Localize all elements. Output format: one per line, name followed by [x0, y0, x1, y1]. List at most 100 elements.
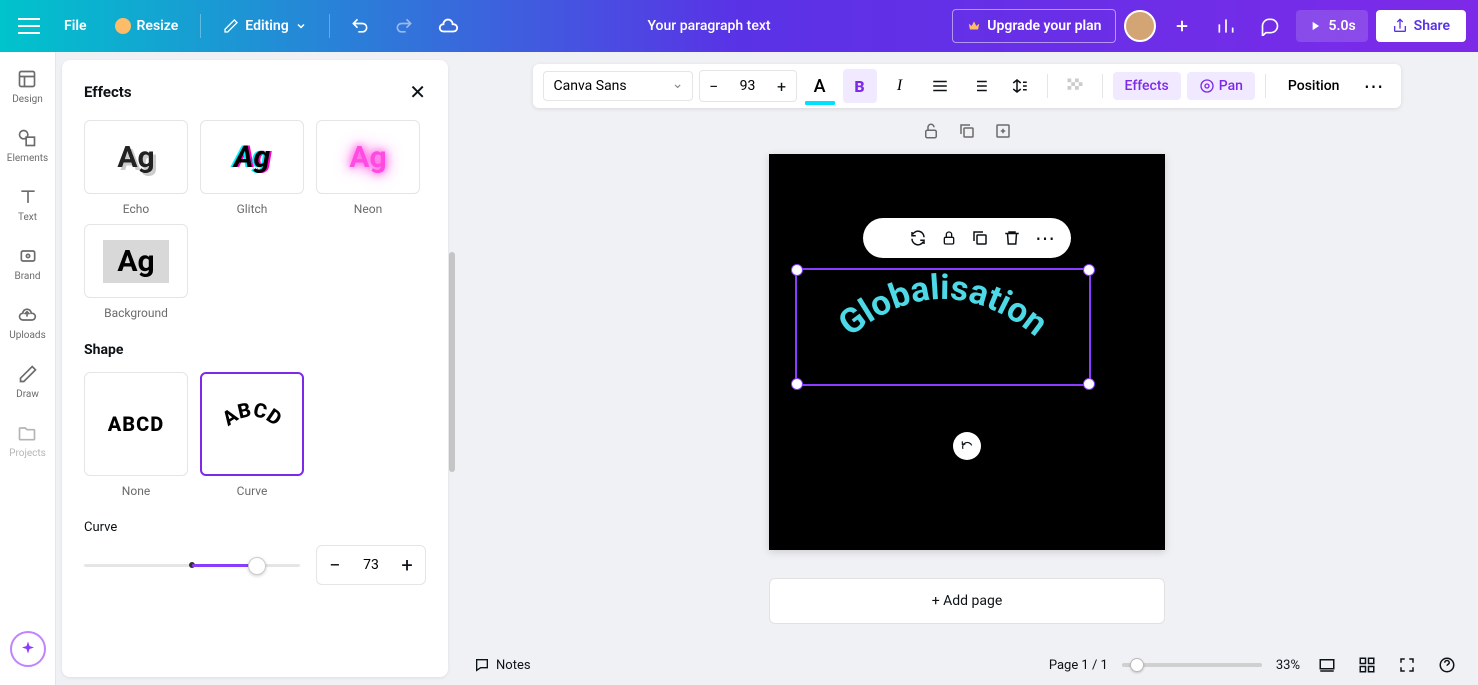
redo-button[interactable]	[386, 8, 422, 44]
lock-button[interactable]	[922, 122, 940, 140]
shapes-icon	[16, 127, 38, 149]
scrollbar-thumb[interactable]	[449, 252, 455, 472]
italic-button[interactable]: I	[883, 69, 917, 103]
hamburger-icon	[18, 25, 40, 27]
position-button[interactable]: Position	[1276, 72, 1352, 100]
file-menu[interactable]: File	[54, 10, 97, 42]
font-size-input[interactable]	[728, 78, 768, 94]
sparkle-icon	[19, 640, 37, 658]
duplicate-icon	[958, 122, 976, 140]
effect-echo[interactable]: Ag	[84, 120, 188, 194]
draw-icon	[17, 363, 39, 385]
alignment-button[interactable]	[923, 69, 957, 103]
rotate-handle[interactable]	[953, 432, 981, 460]
list-icon	[971, 77, 989, 95]
text-selection-box[interactable]: Globalisation	[795, 268, 1091, 386]
zoom-percent[interactable]: 33%	[1276, 658, 1300, 673]
element-more-button[interactable]: ⋯	[1035, 226, 1057, 250]
duplicate-page-button[interactable]	[958, 122, 976, 140]
cloud-sync-button[interactable]	[430, 8, 466, 44]
share-button[interactable]: Share	[1376, 10, 1466, 42]
more-button[interactable]: ⋯	[1357, 69, 1391, 103]
resize-handle-bl[interactable]	[791, 378, 803, 390]
undo-button[interactable]	[342, 8, 378, 44]
zoom-handle[interactable]	[1130, 658, 1144, 672]
shape-label: None	[84, 484, 188, 498]
sidebar-item-projects[interactable]: Projects	[9, 422, 46, 459]
add-member-button[interactable]	[1164, 8, 1200, 44]
editing-label: Editing	[245, 18, 288, 34]
transparency-button[interactable]	[1058, 69, 1092, 103]
magic-button[interactable]	[10, 631, 46, 667]
decrement-button[interactable]: −	[317, 546, 353, 584]
shape-none[interactable]: ABCD	[84, 372, 188, 476]
font-size-decrease[interactable]: −	[700, 71, 728, 101]
cloud-icon	[437, 15, 459, 37]
list-button[interactable]	[963, 69, 997, 103]
sidebar-item-uploads[interactable]: Uploads	[9, 304, 45, 341]
shape-sample: ABCD	[108, 412, 164, 436]
lock-icon	[941, 230, 957, 246]
comment-button[interactable]	[1252, 8, 1288, 44]
slider-handle[interactable]	[248, 557, 266, 575]
sidebar-label: Text	[18, 212, 37, 223]
sync-button[interactable]	[909, 229, 927, 247]
upgrade-label: Upgrade your plan	[987, 18, 1101, 34]
user-avatar[interactable]	[1124, 10, 1156, 42]
panel-scrollbar[interactable]	[448, 52, 456, 685]
grid-view-button[interactable]	[1354, 652, 1380, 678]
effect-sample: Ag	[349, 140, 386, 175]
upgrade-button[interactable]: Upgrade your plan	[952, 9, 1116, 43]
menu-button[interactable]	[12, 19, 46, 33]
page-controls	[456, 122, 1478, 140]
add-page-button[interactable]	[994, 122, 1012, 140]
add-page-bar[interactable]: + Add page	[769, 578, 1165, 624]
font-size-increase[interactable]: +	[768, 71, 796, 101]
effect-background[interactable]: Ag	[84, 224, 188, 298]
analytics-button[interactable]	[1208, 8, 1244, 44]
page-indicator: Page 1 / 1	[1049, 658, 1108, 673]
text-icon	[17, 186, 39, 208]
bottom-bar: Notes Page 1 / 1 33%	[456, 645, 1478, 685]
fullscreen-button[interactable]	[1394, 652, 1420, 678]
bold-button[interactable]: B	[843, 69, 877, 103]
canvas-text-content: Globalisation	[831, 268, 1055, 344]
close-panel-button[interactable]: ✕	[409, 80, 426, 104]
help-button[interactable]	[1434, 652, 1460, 678]
duplicate-element-button[interactable]	[971, 229, 989, 247]
canvas-page[interactable]: ⋯ Globalisation	[769, 154, 1165, 550]
curve-slider[interactable]	[84, 555, 300, 575]
lock-element-button[interactable]	[941, 230, 957, 246]
effect-glitch[interactable]: Ag	[200, 120, 304, 194]
present-timer-button[interactable]: 5.0s	[1296, 10, 1367, 42]
sidebar-item-elements[interactable]: Elements	[7, 127, 48, 164]
sidebar-label: Brand	[14, 271, 40, 282]
resize-handle-tl[interactable]	[791, 264, 803, 276]
editing-mode-dropdown[interactable]: Editing	[213, 10, 316, 42]
effects-button[interactable]: Effects	[1113, 72, 1181, 100]
document-title[interactable]: Your paragraph text	[474, 18, 945, 34]
zoom-slider[interactable]	[1122, 663, 1262, 667]
notes-button[interactable]: Notes	[474, 657, 531, 673]
spacing-button[interactable]	[1003, 69, 1037, 103]
effect-neon[interactable]: Ag	[316, 120, 420, 194]
text-color-button[interactable]: A	[803, 69, 837, 103]
resize-handle-br[interactable]	[1083, 378, 1095, 390]
sidebar-item-brand[interactable]: Brand	[14, 245, 40, 282]
pan-icon	[1199, 78, 1215, 94]
sidebar-item-text[interactable]: Text	[17, 186, 39, 223]
sidebar-item-draw[interactable]: Draw	[16, 363, 39, 400]
separator	[1047, 74, 1048, 98]
curved-text-element[interactable]: Globalisation	[797, 270, 1089, 384]
view-mode-button[interactable]	[1314, 652, 1340, 678]
sidebar-item-design[interactable]: Design	[12, 68, 43, 105]
resize-handle-tr[interactable]	[1083, 264, 1095, 276]
pan-button[interactable]: Pan	[1187, 72, 1255, 100]
shape-curve[interactable]: ABCD	[200, 372, 304, 476]
resize-button[interactable]: Resize	[105, 10, 189, 42]
magic-edit-button[interactable]	[877, 229, 895, 247]
increment-button[interactable]: +	[389, 546, 425, 584]
sync-icon	[909, 229, 927, 247]
delete-element-button[interactable]	[1003, 229, 1021, 247]
font-family-dropdown[interactable]: Canva Sans	[543, 71, 693, 101]
